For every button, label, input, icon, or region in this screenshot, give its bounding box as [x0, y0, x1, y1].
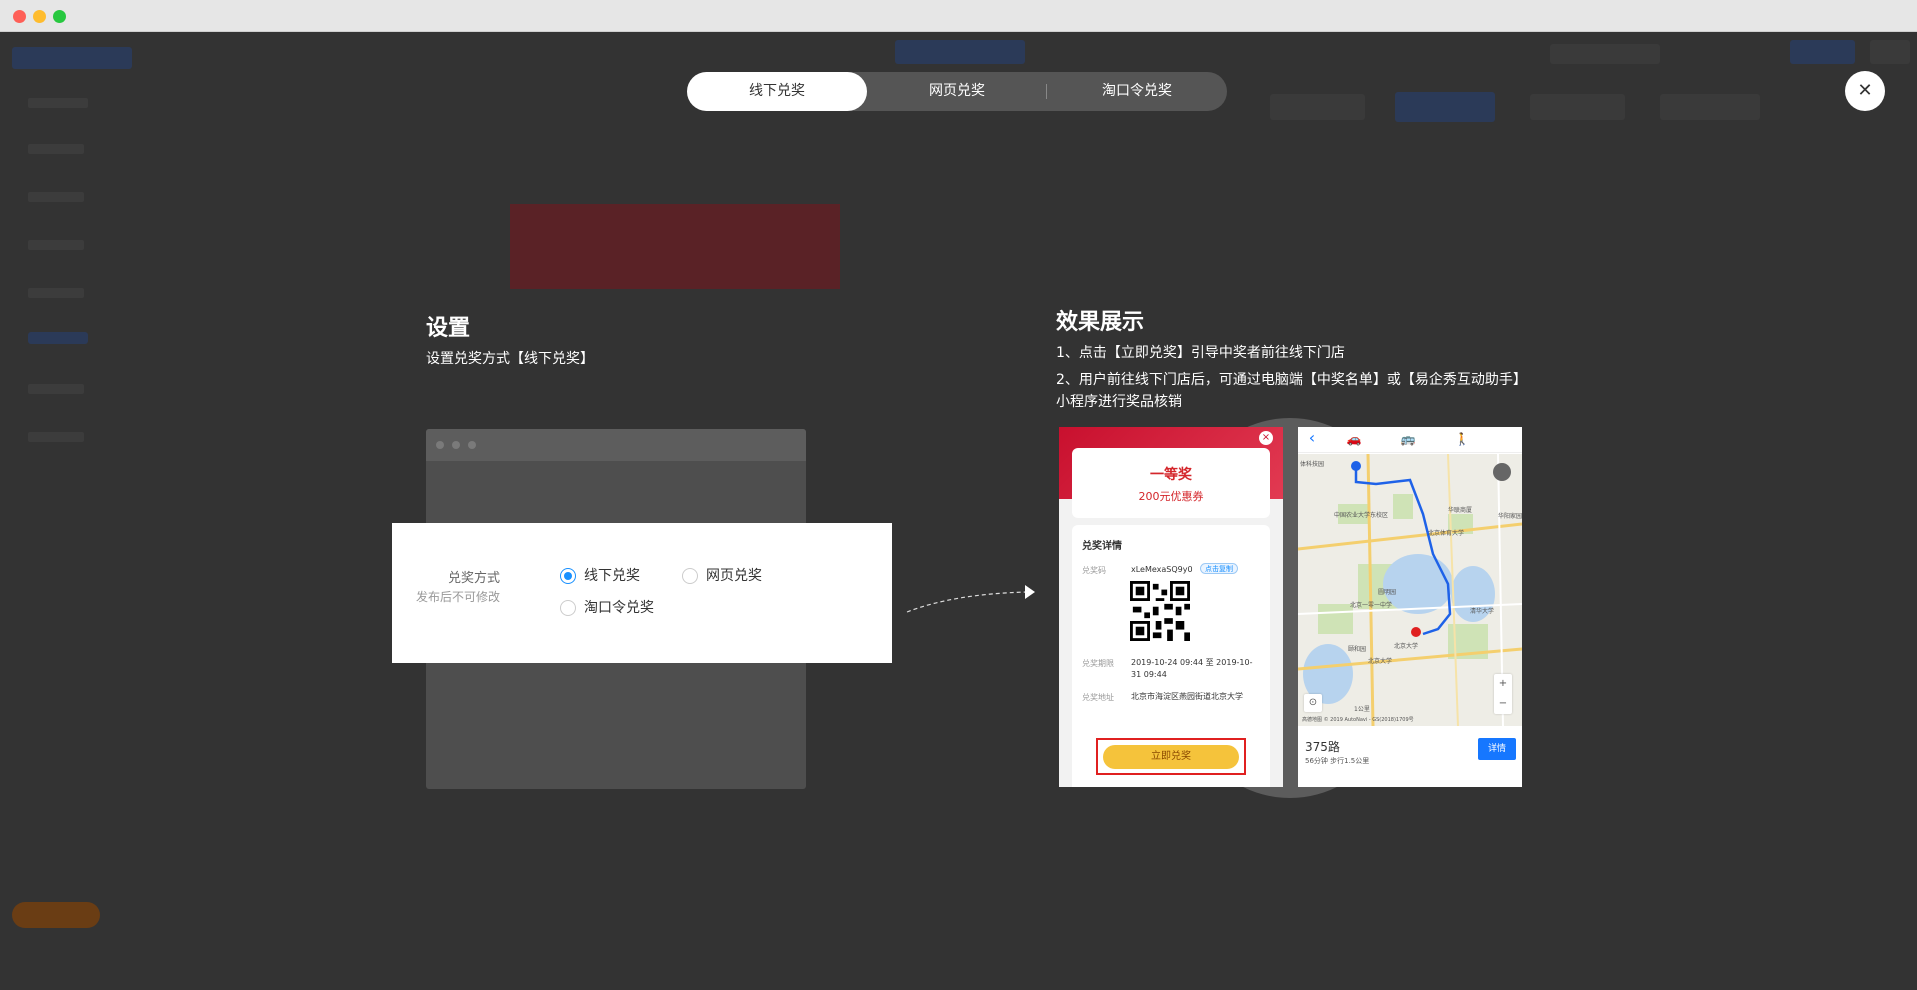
phone-prize-detail: × 一等奖 200元优惠券 兑奖详情 兑奖码 xLeMexaSQ9y0 点击复制… — [1059, 427, 1283, 787]
address-value: 北京市海淀区燕园街道北京大学 — [1131, 692, 1243, 701]
bg-sidebar-line — [28, 384, 84, 394]
map-canvas — [1298, 454, 1522, 726]
bg-tab — [1660, 94, 1760, 120]
bg-sidebar-title — [28, 98, 88, 108]
preview-step-2: 2、用户前往线下门店后，可通过电脑端【中奖名单】或【易企秀互动助手】小程序进行奖… — [1056, 372, 1527, 410]
exchange-mode-tabs: 线下兑奖 网页兑奖 淘口令兑奖 — [687, 72, 1227, 111]
bg-orange-button — [12, 902, 100, 928]
zoom-controls: + − — [1494, 674, 1512, 714]
close-icon: × — [1259, 431, 1273, 445]
walk-icon: 🚶 — [1454, 432, 1470, 446]
exchange-setting-card: 兑奖方式 发布后不可修改 线下兑奖 网页兑奖 淘口令兑奖 — [392, 523, 892, 663]
radio-label: 线下兑奖 — [584, 568, 640, 584]
code-label: 兑奖码 — [1082, 566, 1106, 575]
radio-web-exchange[interactable]: 网页兑奖 — [682, 567, 762, 585]
detail-title: 兑奖详情 — [1082, 541, 1122, 552]
mock-dot-icon — [452, 441, 460, 449]
route-map: 体科技园 中国农业大学东校区 华联商厦 北京体育大学 华阳家园 清华大学 北京大… — [1298, 454, 1522, 726]
tab-web-exchange[interactable]: 网页兑奖 — [867, 72, 1047, 111]
preview-title: 效果展示 — [1056, 310, 1145, 335]
bg-sidebar-line — [28, 240, 84, 250]
window-titlebar — [0, 0, 1917, 32]
redeem-highlight-box: 立即兑奖 — [1096, 738, 1246, 775]
locate-icon: ⊙ — [1304, 694, 1322, 712]
prize-subtitle: 200元优惠券 — [1138, 490, 1204, 503]
bg-sidebar-active — [28, 332, 88, 344]
map-label: 颐和园 — [1348, 646, 1367, 653]
bg-sidebar-line — [28, 192, 84, 202]
radio-checked-icon — [560, 568, 576, 584]
tab-taobao-code-exchange[interactable]: 淘口令兑奖 — [1047, 72, 1227, 111]
prize-card: 一等奖 200元优惠券 — [1072, 448, 1270, 518]
route-name: 375路 — [1305, 740, 1340, 754]
prize-title: 一等奖 — [1150, 467, 1192, 483]
mock-dot-icon — [436, 441, 444, 449]
mock-dot-icon — [468, 441, 476, 449]
bg-top-button — [895, 40, 1025, 64]
route-detail-button: 详情 — [1478, 738, 1516, 760]
bus-icon: 🚌 — [1400, 432, 1416, 446]
bg-tab — [1530, 94, 1625, 120]
settings-title: 设置 — [426, 316, 471, 341]
redeem-now-button: 立即兑奖 — [1103, 745, 1239, 769]
radio-offline-exchange[interactable]: 线下兑奖 — [560, 567, 640, 585]
map-copyright: 高德地图 © 2019 AutoNavi - GS(2018)1709号 — [1302, 717, 1414, 723]
map-scale: 1公里 — [1354, 706, 1370, 713]
address-label: 兑奖地址 — [1082, 693, 1114, 702]
bg-tab — [1270, 94, 1365, 120]
map-label: 北京一零一中学 — [1350, 602, 1393, 609]
radio-label: 网页兑奖 — [706, 568, 762, 584]
map-label: 体科技园 — [1300, 461, 1325, 468]
car-icon: 🚗 — [1346, 432, 1362, 446]
back-icon: ‹ — [1308, 428, 1316, 447]
map-label: 中国农业大学东校区 — [1334, 512, 1389, 519]
radio-label: 淘口令兑奖 — [584, 600, 654, 616]
zoom-out-icon: − — [1498, 698, 1508, 709]
map-label: 北京大学 — [1394, 643, 1419, 650]
bg-sidebar-line — [28, 144, 84, 154]
settings-subtitle: 设置兑奖方式【线下兑奖】 — [426, 351, 594, 367]
code-value: xLeMexaSQ9y0 — [1131, 565, 1193, 574]
map-label: 清华大学 — [1470, 608, 1495, 615]
bg-top-item — [1550, 44, 1660, 64]
minimize-window-icon[interactable] — [33, 10, 46, 23]
mock-browser-bar — [426, 429, 806, 461]
period-value: 2019-10-24 09:44 至 2019-10-31 09:44 — [1131, 658, 1253, 679]
map-label: 华联商厦 — [1448, 507, 1473, 514]
bg-banner — [510, 204, 840, 289]
bg-tab-active — [1395, 92, 1495, 122]
map-label: 北京体育大学 — [1428, 530, 1465, 537]
radio-taobao-code-exchange[interactable]: 淘口令兑奖 — [560, 599, 654, 617]
route-info: 56分钟 步行1.5公里 — [1305, 757, 1370, 765]
close-icon: ✕ — [1857, 80, 1873, 101]
bg-logo — [12, 47, 132, 69]
bg-avatar — [1870, 40, 1910, 64]
dashed-arrow-icon — [906, 585, 1035, 613]
zoom-in-icon: + — [1498, 678, 1508, 689]
phone-map-route: ‹ 🚗 🚌 🚶 体科技园 中国农业大学东校区 华联商厦 北京体育大学 华阳家园 … — [1298, 427, 1522, 787]
period-label: 兑奖期限 — [1082, 659, 1114, 668]
radio-unchecked-icon — [682, 568, 698, 584]
route-summary: 375路 56分钟 步行1.5公里 详情 — [1298, 726, 1522, 787]
bg-top-blue-button — [1790, 40, 1855, 64]
bg-sidebar-line — [28, 432, 84, 442]
map-label: 北京大学 — [1368, 658, 1393, 665]
radio-unchecked-icon — [560, 600, 576, 616]
exchange-mode-hint: 发布后不可修改 — [415, 590, 500, 604]
map-header: ‹ 🚗 🚌 🚶 — [1298, 427, 1522, 453]
close-dialog-button[interactable]: ✕ — [1845, 71, 1885, 111]
exchange-mode-label: 兑奖方式 — [447, 571, 500, 586]
map-label: 圆明园 — [1378, 589, 1397, 596]
background-app-overlay — [0, 32, 1917, 990]
close-window-icon[interactable] — [13, 10, 26, 23]
maximize-window-icon[interactable] — [53, 10, 66, 23]
qr-code-icon — [1130, 581, 1190, 641]
copy-code-button: 点击复制 — [1200, 563, 1238, 574]
bg-sidebar-line — [28, 288, 84, 298]
preview-step-1: 1、点击【立即兑奖】引导中奖者前往线下门店 — [1056, 345, 1345, 361]
tab-offline-exchange[interactable]: 线下兑奖 — [687, 72, 867, 111]
map-label: 华阳家园 — [1498, 513, 1522, 520]
